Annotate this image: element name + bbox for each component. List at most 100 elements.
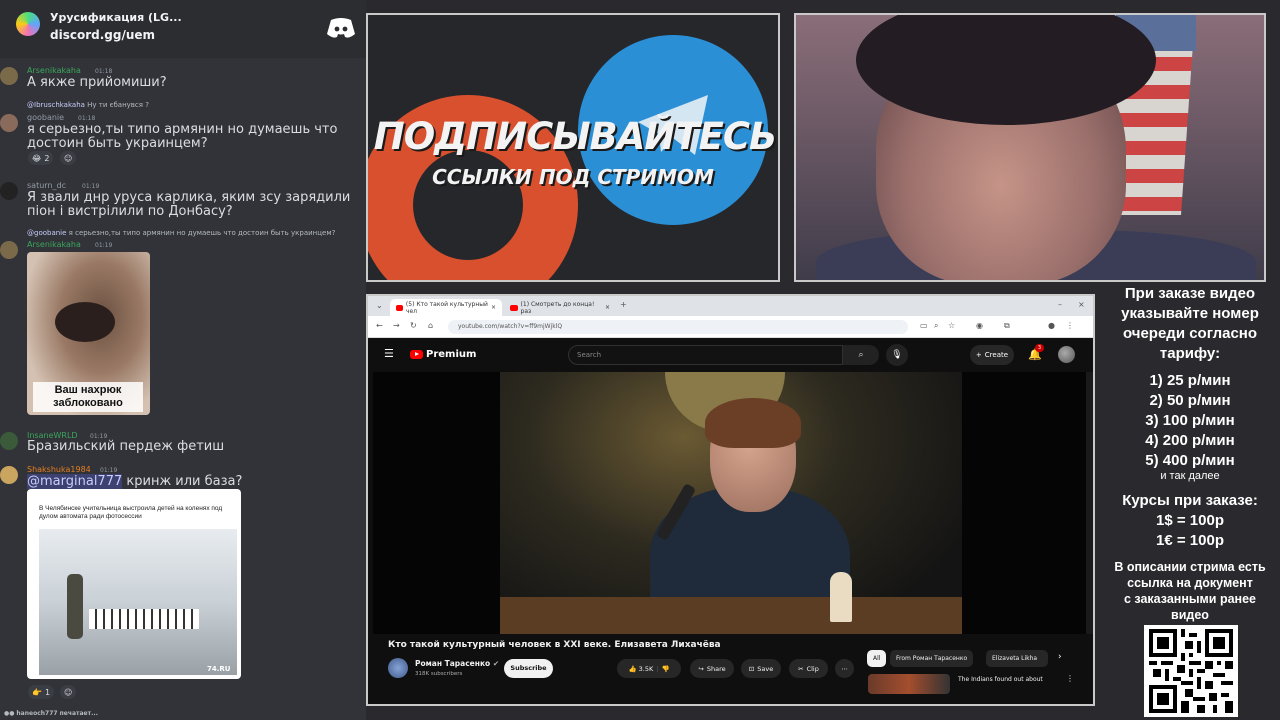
courses-block: Курсы при заказе: 1$ = 100р 1€ = 100р [1100,491,1280,551]
message-text: А якже прийомиши? [27,75,167,90]
reload-icon[interactable]: ↻ [410,321,417,330]
recommended-title[interactable]: The Indians found out about [958,676,1043,683]
message-author[interactable]: Arsenikakaha [27,240,81,249]
reply-preview[interactable]: @goobanie я серьезно,ты типо армянин но … [27,229,362,237]
reaction-button[interactable]: 😂 2 [28,151,54,165]
user-mention[interactable]: @marginal777 [27,474,123,489]
like-button[interactable]: 👍 3.5K [628,665,653,673]
tab-label: (5) Кто такой культурный чел [405,300,488,315]
tab-search-icon[interactable]: ⌄ [376,301,383,310]
search-input[interactable]: Search [568,345,843,365]
minimize-icon[interactable]: – [1058,300,1062,309]
clip-button[interactable]: ✂ Clip [789,659,828,678]
discord-chat-overlay: Урусификация (LG... discord.gg/uem Arsen… [0,0,366,720]
create-button[interactable]: + Create [970,345,1014,365]
account-avatar[interactable] [1058,346,1075,363]
tariff-item: 4) 200 р/мин [1145,432,1235,449]
video-table [500,597,962,634]
like-dislike-group: 👍 3.5K | 👎 [617,659,681,678]
thumbs-emoji-icon: 👉 [32,687,42,697]
tab-close-icon[interactable]: × [491,304,496,311]
message-author[interactable]: Shakshuka1984 [27,465,91,474]
youtube-logo[interactable]: Premium [410,349,476,360]
share-button[interactable]: ↪ Share [690,659,734,678]
reaction-button[interactable]: 👉 1 [28,685,55,699]
description-note: В описании стрима есть ссылка на докумен… [1100,559,1280,623]
avatar[interactable] [0,114,18,132]
add-reaction-button[interactable]: ☺ [60,151,77,165]
channel-name[interactable]: Роман Тарасенко ✔ [415,659,499,668]
add-reaction-icon: ☺ [64,687,73,697]
search-button[interactable]: ⌕ [843,345,879,365]
avatar[interactable] [0,241,18,259]
bookmark-star-icon[interactable]: ☆ [948,321,955,330]
save-button[interactable]: ⊡ Save [741,659,781,678]
message-time: 01:19 [100,467,118,474]
video-person-hair [705,398,801,448]
cast-icon[interactable]: ▭ [920,321,928,330]
image-attachment[interactable]: Ваш нахрюк заблоковано [27,252,150,415]
tab-second[interactable]: (1) Смотреть до конца! раз × [504,299,616,316]
subscribe-button[interactable]: Subscribe [504,659,553,678]
embed-image[interactable]: В Челябинске учительница выстроила детей… [27,489,241,679]
dislike-button[interactable]: 👎 [661,665,669,673]
tariff-note: и так далее [1160,470,1220,482]
promo-banner: ПОДПИСЫВАЙТЕСЬ ССЫЛКИ ПОД СТРИМОМ [366,13,780,282]
more-actions-button[interactable]: ⋯ [835,659,854,678]
page-scrollbar[interactable] [1086,372,1093,634]
extensions-puzzle-icon[interactable]: ⧉ [1004,321,1010,331]
chip-elizaveta[interactable]: Elizaveta Likha [986,650,1048,667]
address-bar-row: ← → ↻ ⌂ youtube.com/watch?v=ff9mjWjklQ ▭… [368,316,1093,338]
reply-author: @Ibruschkakaha [27,101,85,109]
new-tab-icon[interactable]: + [620,300,627,309]
tab-close-icon[interactable]: × [605,304,610,311]
forward-icon[interactable]: → [393,321,400,330]
avatar[interactable] [0,432,18,450]
profile-icon[interactable]: ● [1048,321,1055,330]
message-author[interactable]: goobanie [27,113,64,122]
reply-preview[interactable]: @Ibruschkakaha Ну ти єбанувся ? [27,101,149,109]
message-author[interactable]: saturn_dc [27,181,66,190]
channel-avatar[interactable] [388,658,408,678]
server-invite-link[interactable]: discord.gg/uem [50,28,155,42]
avatar[interactable] [0,466,18,484]
recommended-menu-icon[interactable]: ⋮ [1066,674,1074,683]
chip-all[interactable]: All [867,650,887,667]
instruction-line: При заказе видео [1124,285,1256,302]
voice-search-button[interactable]: 🎙 [886,344,908,366]
message-author[interactable]: Arsenikakaha [27,66,81,75]
message-text: Бразильский пердеж фетиш [27,439,225,454]
tab-video[interactable]: (5) Кто такой культурный чел × [390,299,502,316]
extension-icon[interactable]: ◉ [976,321,983,330]
video-title: Кто такой культурный человек в XXI веке.… [388,640,721,650]
description-line: видео [1171,608,1209,622]
url-input[interactable]: youtube.com/watch?v=ff9mjWjklQ [448,320,908,334]
reaction-count: 1 [44,687,51,697]
typing-dots-icon: ●● [4,710,15,717]
zoom-icon[interactable]: ⌕ [934,321,938,331]
scissors-icon: ✂ [798,664,804,673]
avatar[interactable] [0,182,18,200]
hamburger-menu-icon[interactable]: ☰ [384,347,394,360]
video-bottle [830,572,852,622]
close-window-icon[interactable]: × [1078,300,1085,309]
server-icon[interactable] [16,12,40,36]
chip-from-channel[interactable]: From Роман Тарасенко [890,650,974,667]
menu-dots-icon[interactable]: ⋮ [1066,321,1074,330]
verified-check-icon: ✔ [492,659,500,668]
home-icon[interactable]: ⌂ [428,321,433,330]
image-caption: Ваш нахрюк заблоковано [33,382,143,412]
search-icon: ⌕ [858,350,864,360]
chips-next-icon[interactable]: › [1058,652,1062,662]
instruction-line: очереди согласно [1122,325,1258,342]
add-reaction-button[interactable]: ☺ [60,685,77,699]
channel-name-text: Роман Тарасенко [415,659,491,668]
video-player[interactable] [373,372,1088,634]
recommended-thumbnail[interactable] [868,674,950,694]
tab-bar: ⌄ (5) Кто такой культурный чел × (1) Смот… [368,296,1093,316]
back-icon[interactable]: ← [376,321,383,330]
video-frame [500,372,962,634]
promo-subtitle: ССЫЛКИ ПОД СТРИМОМ [432,165,714,189]
reply-author: @goobanie [27,229,67,237]
avatar[interactable] [0,67,18,85]
